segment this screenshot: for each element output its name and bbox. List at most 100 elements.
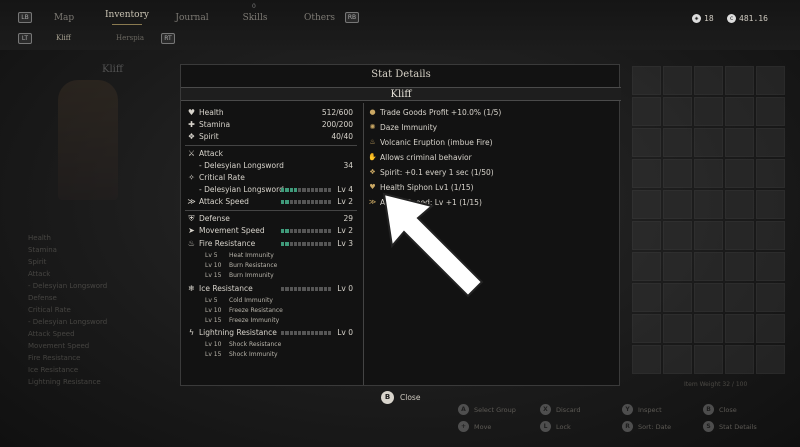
inventory-slot[interactable] <box>756 128 785 157</box>
inventory-slot[interactable] <box>725 128 754 157</box>
rb-button-icon[interactable]: RB <box>345 12 359 23</box>
level-bar-segment <box>323 242 327 246</box>
inventory-slot[interactable] <box>663 128 692 157</box>
inventory-slot[interactable] <box>756 345 785 374</box>
effect-trade-goods: ● Trade Goods Profit +10.0% (1/5) <box>366 107 616 119</box>
inventory-slot[interactable] <box>725 159 754 188</box>
inventory-slot[interactable] <box>694 283 723 312</box>
inventory-slot[interactable] <box>725 314 754 343</box>
inventory-slot[interactable] <box>632 190 661 219</box>
background-stat-row: Health <box>28 234 51 242</box>
inventory-slot[interactable] <box>694 345 723 374</box>
inventory-slot[interactable] <box>725 97 754 126</box>
stat-label: Health <box>199 108 224 117</box>
inventory-slot[interactable] <box>694 190 723 219</box>
subtab-herspia[interactable]: Herspia <box>116 34 144 42</box>
inventory-slot[interactable] <box>632 345 661 374</box>
inventory-slot[interactable] <box>632 221 661 250</box>
inventory-slot[interactable] <box>663 190 692 219</box>
inventory-slot[interactable] <box>632 252 661 281</box>
background-stat-row: - Delesyian Longsword <box>28 318 108 326</box>
skills-notification-badge: 0 <box>252 3 256 10</box>
background-stat-row: Stamina <box>28 246 57 254</box>
ls-button-icon: L <box>540 421 551 432</box>
inventory-slot[interactable] <box>756 252 785 281</box>
level-bar-segment <box>319 229 323 233</box>
inventory-slot[interactable] <box>632 97 661 126</box>
level-bar-segment <box>298 188 302 192</box>
hint-sort: R Sort: Date <box>622 421 671 432</box>
inventory-slot[interactable] <box>756 66 785 95</box>
inventory-slot[interactable] <box>725 190 754 219</box>
level-bar-segment <box>306 229 310 233</box>
inventory-slot[interactable] <box>663 97 692 126</box>
inventory-slot[interactable] <box>663 221 692 250</box>
level-bar-segment <box>285 242 289 246</box>
tab-journal[interactable]: Journal <box>174 13 210 23</box>
inventory-slot[interactable] <box>694 252 723 281</box>
background-stat-row: Attack Speed <box>28 330 75 338</box>
inventory-slot[interactable] <box>756 283 785 312</box>
inventory-slot[interactable] <box>632 283 661 312</box>
inventory-slot[interactable] <box>694 97 723 126</box>
stat-label: Fire Resistance <box>199 239 256 248</box>
level-bar-segment <box>315 229 319 233</box>
stat-value: 29 <box>343 214 353 223</box>
inventory-slot[interactable] <box>756 221 785 250</box>
inventory-slot[interactable] <box>725 221 754 250</box>
inventory-slot[interactable] <box>632 314 661 343</box>
tab-others[interactable]: Others <box>304 13 335 23</box>
inventory-slot[interactable] <box>663 345 692 374</box>
level-bar-segment <box>302 287 306 291</box>
hint-move: + Move <box>458 421 491 432</box>
lt-button-icon[interactable]: LT <box>18 33 32 44</box>
section-divider <box>185 210 357 211</box>
inventory-slot[interactable] <box>725 66 754 95</box>
rt-button-icon[interactable]: RT <box>161 33 175 44</box>
level-bar-segment <box>327 229 331 233</box>
level-bar-segment <box>323 331 327 335</box>
level-bar-segment <box>306 287 310 291</box>
subtab-kliff[interactable]: Kliff <box>56 34 71 42</box>
inventory-slot[interactable] <box>756 159 785 188</box>
inventory-slot[interactable] <box>756 97 785 126</box>
inventory-slot[interactable] <box>663 159 692 188</box>
inventory-slot[interactable] <box>756 190 785 219</box>
level-bar-segment <box>327 287 331 291</box>
inventory-slot[interactable] <box>632 66 661 95</box>
level-bar-segment <box>323 229 327 233</box>
inventory-slot[interactable] <box>694 159 723 188</box>
inventory-slot[interactable] <box>663 66 692 95</box>
sub-level: Lv 15 <box>205 272 222 279</box>
spirit-icon: ❖ <box>369 168 376 176</box>
inventory-slot[interactable] <box>694 221 723 250</box>
sub-effect: Freeze Immunity <box>229 317 280 324</box>
close-button[interactable]: B Close <box>381 391 420 404</box>
level-bar-segment <box>310 200 314 204</box>
stat-critical-rate: ✧ Critical Rate <box>183 172 361 184</box>
inventory-slot[interactable] <box>694 128 723 157</box>
inventory-slot[interactable] <box>663 314 692 343</box>
hint-label: Move <box>474 422 492 431</box>
level-bar-segment <box>315 287 319 291</box>
inventory-slot[interactable] <box>663 283 692 312</box>
tab-inventory[interactable]: Inventory <box>104 10 150 20</box>
level-bar-segment <box>310 331 314 335</box>
sword-icon: ⚔ <box>187 149 196 158</box>
inventory-slot[interactable] <box>725 283 754 312</box>
level-bar-segment <box>289 287 293 291</box>
inventory-slot[interactable] <box>694 314 723 343</box>
currency-icon: c <box>727 14 736 23</box>
inventory-slot[interactable] <box>663 252 692 281</box>
level-bar-segment <box>281 229 285 233</box>
inventory-slot[interactable] <box>632 159 661 188</box>
hint-label: Discard <box>556 405 581 414</box>
inventory-slot[interactable] <box>725 345 754 374</box>
inventory-slot[interactable] <box>756 314 785 343</box>
inventory-slot[interactable] <box>725 252 754 281</box>
inventory-slot[interactable] <box>694 66 723 95</box>
tab-map[interactable]: Map <box>52 13 76 23</box>
tab-skills[interactable]: Skills <box>240 13 270 23</box>
inventory-slot[interactable] <box>632 128 661 157</box>
lb-button-icon[interactable]: LB <box>18 12 32 23</box>
